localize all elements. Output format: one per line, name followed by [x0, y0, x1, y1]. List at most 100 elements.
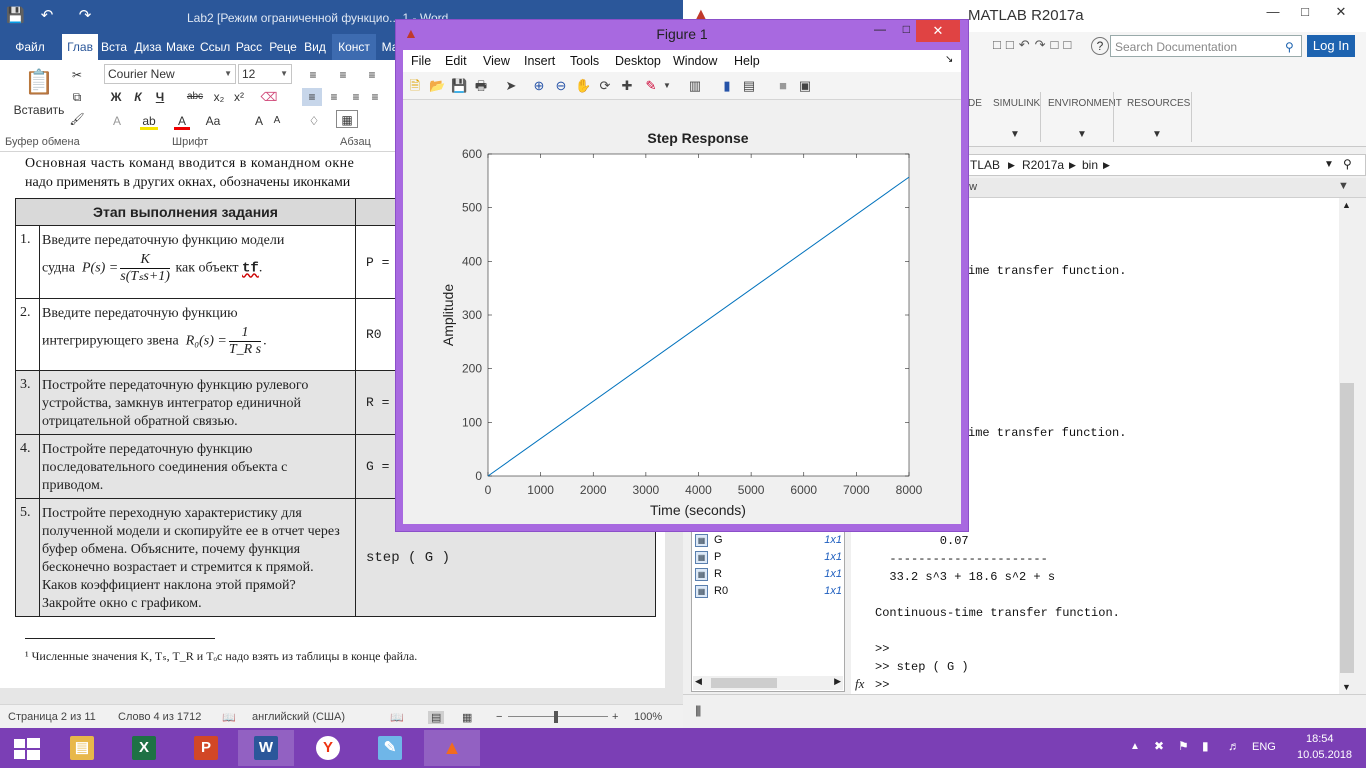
- section-resources[interactable]: RESOURCES: [1127, 98, 1190, 109]
- paste-button[interactable]: Вставить: [10, 101, 68, 119]
- align-left-icon[interactable]: ≡: [302, 88, 322, 106]
- path-segment[interactable]: R2017a: [1022, 158, 1064, 172]
- tab-file[interactable]: Файл: [8, 34, 52, 60]
- chevron-down-icon[interactable]: ▼: [1152, 129, 1162, 140]
- workspace-variable[interactable]: ▦ G 1x1: [694, 533, 844, 549]
- read-mode-icon[interactable]: 📖: [390, 711, 404, 724]
- tab-design[interactable]: Диза: [132, 34, 164, 60]
- italic-button[interactable]: К: [130, 88, 146, 106]
- panel-options-icon[interactable]: ▼: [1338, 180, 1349, 192]
- scroll-right-icon[interactable]: ▶: [834, 676, 841, 687]
- taskbar-matlab[interactable]: ▲: [424, 730, 480, 766]
- show-tools-icon[interactable]: ▣: [797, 78, 813, 94]
- volume-icon[interactable]: ♬: [1228, 739, 1240, 753]
- zoom-out-button[interactable]: −: [496, 711, 502, 723]
- tab-mailings[interactable]: Расс: [234, 34, 264, 60]
- page-indicator[interactable]: Страница 2 из 11: [8, 711, 96, 723]
- minimize-icon[interactable]: —: [874, 22, 886, 36]
- borders-icon[interactable]: ▦: [336, 110, 358, 128]
- zoom-slider-thumb[interactable]: [554, 711, 558, 723]
- menu-help[interactable]: Help: [734, 54, 760, 68]
- menu-view[interactable]: View: [483, 54, 510, 68]
- save-icon[interactable]: 💾: [451, 78, 467, 94]
- save-icon[interactable]: 💾: [6, 7, 25, 25]
- close-icon[interactable]: ✕: [916, 20, 960, 42]
- tab-layout[interactable]: Маке: [166, 34, 194, 60]
- paste-icon[interactable]: 📋: [22, 68, 56, 98]
- tab-constructor[interactable]: Конст: [332, 34, 376, 60]
- section-environment[interactable]: ENVIRONMENT: [1048, 98, 1122, 109]
- menu-edit[interactable]: Edit: [445, 54, 467, 68]
- tab-references[interactable]: Ссыл: [200, 34, 230, 60]
- word-count[interactable]: Слово 4 из 1712: [118, 711, 201, 723]
- tab-insert[interactable]: Вста: [98, 34, 130, 60]
- minimize-icon[interactable]: —: [1263, 4, 1283, 19]
- zoom-slider[interactable]: [508, 716, 608, 717]
- superscript-button[interactable]: x²: [230, 88, 248, 106]
- command-window-scrollbar[interactable]: ▲ ▼: [1339, 198, 1355, 694]
- clock-time[interactable]: 18:54: [1306, 733, 1334, 745]
- flag-icon[interactable]: ⚑: [1178, 739, 1189, 753]
- underline-button[interactable]: Ч: [152, 88, 168, 106]
- chevron-down-icon[interactable]: ▼: [1077, 129, 1087, 140]
- section-simulink[interactable]: SIMULINK: [993, 98, 1040, 109]
- taskbar-yandex[interactable]: Y: [300, 730, 356, 766]
- battery-icon[interactable]: ▮: [1202, 739, 1209, 753]
- workspace-variable[interactable]: ▦ R0 1x1: [694, 584, 844, 600]
- cut-icon[interactable]: ✂: [68, 66, 86, 84]
- start-button[interactable]: [0, 730, 56, 766]
- taskbar-notepad[interactable]: ✎: [362, 730, 418, 766]
- taskbar-word[interactable]: W: [238, 730, 294, 766]
- section-de[interactable]: DE: [968, 98, 982, 109]
- menu-dock-icon[interactable]: ↘: [945, 54, 953, 65]
- workspace-variable[interactable]: ▦ R 1x1: [694, 567, 844, 583]
- justify-icon[interactable]: ≡: [368, 88, 382, 106]
- scroll-left-icon[interactable]: ◀: [695, 676, 702, 687]
- language-indicator[interactable]: английский (США): [252, 711, 345, 723]
- numbering-icon[interactable]: ≡: [334, 66, 352, 84]
- search-icon[interactable]: ⚲: [1285, 40, 1294, 54]
- menu-insert[interactable]: Insert: [524, 54, 555, 68]
- font-color-icon[interactable]: A: [174, 112, 190, 130]
- hide-tools-icon[interactable]: ■: [775, 78, 791, 94]
- align-center-icon[interactable]: ≡: [324, 88, 344, 106]
- format-painter-icon[interactable]: 🖌: [68, 110, 86, 128]
- zoom-out-icon[interactable]: ⊖: [553, 78, 569, 94]
- scroll-up-icon[interactable]: ▲: [1342, 200, 1351, 210]
- function-browser-icon[interactable]: fx: [855, 676, 864, 692]
- font-size-select[interactable]: 12 ▼: [238, 64, 292, 84]
- zoom-in-button[interactable]: +: [612, 711, 618, 723]
- scrollbar-thumb[interactable]: [1340, 383, 1354, 673]
- proofing-icon[interactable]: 📖: [222, 711, 236, 724]
- chevron-down-icon[interactable]: ▼: [1010, 129, 1020, 140]
- clock-date[interactable]: 10.05.2018: [1297, 749, 1352, 761]
- quick-access-icons[interactable]: □□↶↷□□: [993, 37, 1076, 53]
- print-icon[interactable]: 🖶: [473, 78, 489, 94]
- highlight-icon[interactable]: ab: [140, 112, 158, 130]
- data-cursor-icon[interactable]: ✚: [619, 78, 635, 94]
- text-effects-icon[interactable]: A: [108, 112, 126, 130]
- shading-icon[interactable]: ♢: [304, 112, 324, 130]
- align-right-icon[interactable]: ≡: [346, 88, 366, 106]
- bold-button[interactable]: Ж: [108, 88, 124, 106]
- path-segment[interactable]: TLAB: [970, 158, 1000, 172]
- path-segment[interactable]: bin: [1082, 158, 1098, 172]
- redo-icon[interactable]: ↷: [76, 7, 94, 25]
- help-icon[interactable]: ?: [1091, 37, 1109, 55]
- bullets-icon[interactable]: ≡: [304, 66, 322, 84]
- network-alert-icon[interactable]: ✖: [1154, 739, 1164, 753]
- taskbar-excel[interactable]: X: [116, 730, 172, 766]
- shrink-font-icon[interactable]: A: [270, 112, 284, 130]
- search-documentation-input[interactable]: Search Documentation ⚲: [1110, 35, 1302, 57]
- workspace-hscroll[interactable]: ◀ ▶: [693, 676, 843, 690]
- clear-formatting-icon[interactable]: ⌫: [260, 88, 278, 106]
- zoom-in-icon[interactable]: ⊕: [531, 78, 547, 94]
- taskbar-explorer[interactable]: ▤: [54, 730, 110, 766]
- link-plot-icon[interactable]: ▥: [687, 78, 703, 94]
- change-case-icon[interactable]: Aa: [200, 112, 226, 130]
- path-dropdown-icon[interactable]: ▼: [1324, 159, 1334, 170]
- maximize-icon[interactable]: □: [903, 22, 910, 36]
- select-arrow-icon[interactable]: ➤: [503, 78, 519, 94]
- web-layout-icon[interactable]: ▦: [462, 711, 472, 724]
- undo-icon[interactable]: ↶: [38, 7, 56, 25]
